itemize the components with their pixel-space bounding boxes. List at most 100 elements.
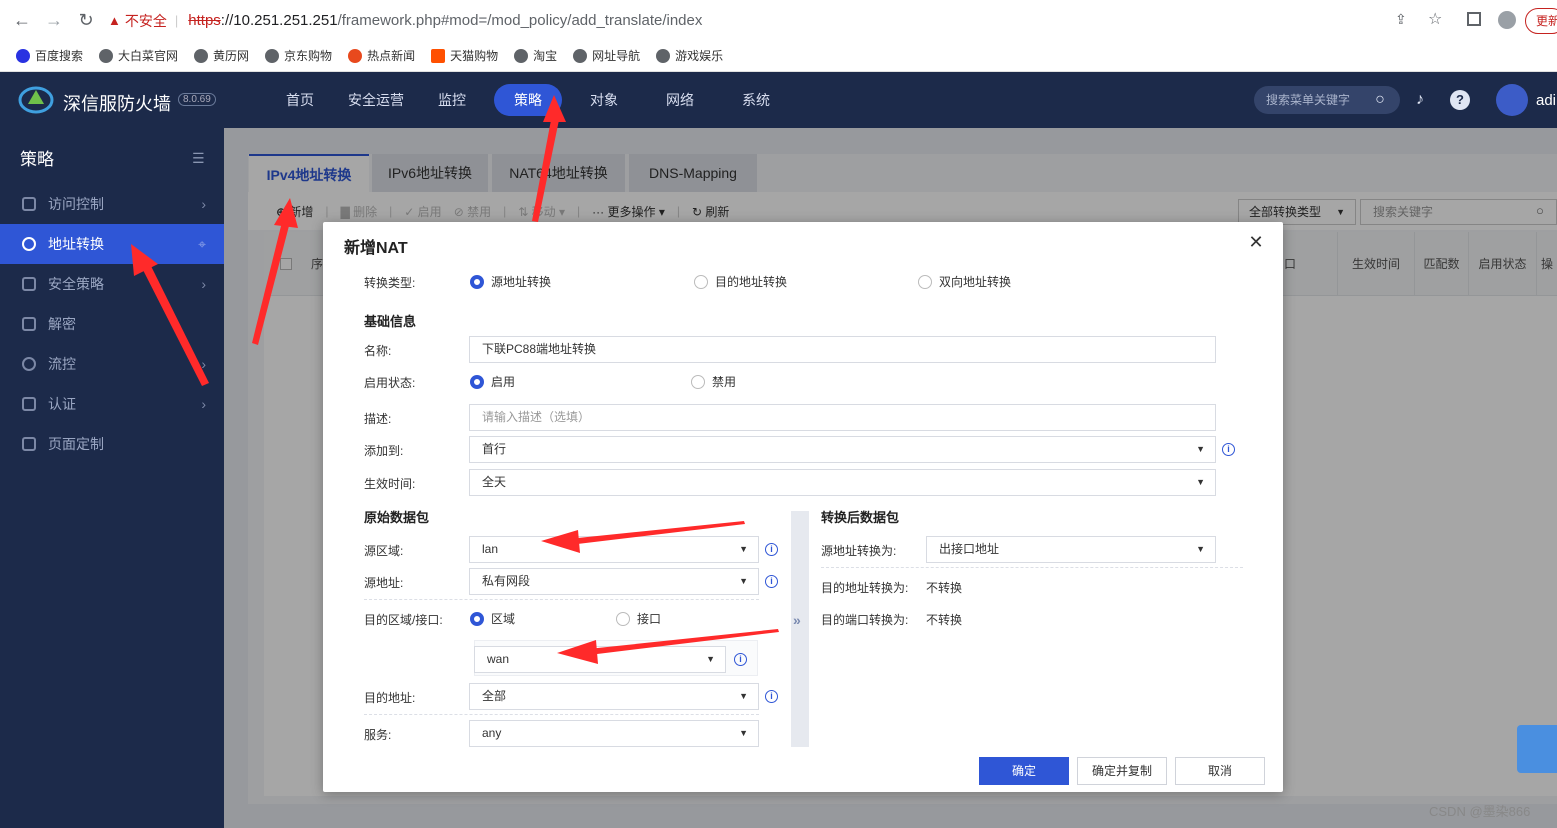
sangfor-logo-icon	[18, 86, 54, 114]
dst-zone-radio[interactable]: 区域	[470, 610, 515, 627]
bookmark-item[interactable]: 大白菜官网	[99, 47, 178, 64]
bookmark-item[interactable]: 天猫购物	[431, 47, 498, 64]
bell-icon[interactable]: ♪	[1410, 90, 1430, 110]
sidebar-item-flow-control[interactable]: 流控 ›	[0, 344, 224, 384]
globe-icon	[22, 237, 36, 251]
nav-monitor[interactable]: 监控	[414, 84, 490, 116]
insecure-label: 不安全	[124, 12, 167, 29]
chevron-right-icon: ›	[201, 356, 206, 372]
dst-addr-select[interactable]: 全部 ▼	[469, 683, 759, 710]
effective-time-select[interactable]: 全天 ▼	[469, 469, 1216, 496]
search-icon[interactable]: ○	[1370, 90, 1390, 110]
globe-icon	[265, 48, 280, 63]
nav-system[interactable]: 系统	[718, 84, 794, 116]
bookmark-item[interactable]: 网址导航	[573, 47, 640, 64]
caret-down-icon: ▼	[739, 691, 748, 701]
dialog-title: 新增NAT	[344, 240, 408, 257]
type-dest-radio[interactable]: 目的地址转换	[694, 273, 787, 290]
src-zone-label: 源区域:	[364, 544, 404, 558]
status-disable-radio[interactable]: 禁用	[691, 373, 736, 390]
sidebar-item-access-control[interactable]: 访问控制 ›	[0, 184, 224, 224]
dst-trans-label: 目的地址转换为:	[821, 581, 909, 595]
dst-iface-radio[interactable]: 接口	[616, 610, 661, 627]
forward-icon[interactable]: →	[44, 10, 64, 30]
sidebar-item-nat[interactable]: 地址转换 ⌖	[0, 224, 224, 264]
insecure-indicator[interactable]: ▲ 不安全	[108, 11, 167, 31]
divider	[364, 714, 759, 715]
desc-label: 描述:	[364, 412, 392, 426]
info-icon[interactable]: i	[765, 575, 778, 588]
chevron-right-icon: ›	[201, 396, 206, 412]
src-addr-select[interactable]: 私有网段 ▼	[469, 568, 759, 595]
name-input[interactable]: 下联PC88端地址转换	[469, 336, 1216, 363]
nav-policy[interactable]: 策略	[494, 84, 562, 116]
sidepanel-icon[interactable]	[1467, 12, 1481, 26]
user-name[interactable]: adi	[1536, 92, 1556, 109]
info-icon[interactable]: i	[734, 653, 747, 666]
collapse-menu-icon[interactable]: ☰	[192, 150, 205, 167]
globe-icon	[194, 48, 209, 63]
profile-icon[interactable]	[1498, 11, 1516, 29]
confirm-button[interactable]: 确定	[979, 757, 1069, 785]
description-input[interactable]: 请输入描述（选填）	[469, 404, 1216, 431]
src-zone-select[interactable]: lan ▼	[469, 536, 759, 563]
browser-toolbar: ← → ↻ ▲ 不安全 | https://10.251.251.251/fra…	[0, 0, 1557, 40]
globe-icon	[573, 48, 588, 63]
nav-network[interactable]: 网络	[642, 84, 718, 116]
sidebar-item-decrypt[interactable]: 解密	[0, 304, 224, 344]
floating-assistant-icon[interactable]	[1517, 725, 1557, 773]
bookmarks-bar: 百度搜索 大白菜官网 黄历网 京东购物 热点新闻 天猫购物 淘宝 网址导航 游戏…	[0, 40, 1557, 72]
nav-home[interactable]: 首页	[262, 84, 338, 116]
edit-icon	[22, 437, 36, 451]
share-icon[interactable]: ⇪	[1395, 11, 1407, 28]
type-both-radio[interactable]: 双向地址转换	[918, 273, 1011, 290]
back-icon[interactable]: ←	[12, 10, 32, 30]
bookmark-item[interactable]: 游戏娱乐	[656, 47, 723, 64]
addto-select[interactable]: 首行 ▼	[469, 436, 1216, 463]
type-source-radio[interactable]: 源地址转换	[470, 273, 551, 290]
info-icon[interactable]: i	[765, 690, 778, 703]
brand-name: 深信服防火墙	[63, 94, 171, 114]
update-button[interactable]: 更新	[1525, 8, 1557, 34]
divider	[821, 567, 1243, 568]
section-separator	[791, 511, 809, 747]
reload-icon[interactable]: ↻	[76, 10, 96, 30]
globe-icon	[656, 48, 671, 63]
close-icon[interactable]: ✕	[1247, 232, 1265, 253]
bookmark-item[interactable]: 京东购物	[265, 47, 332, 64]
dst-zone-select[interactable]: wan ▼	[474, 646, 726, 673]
confirm-copy-button[interactable]: 确定并复制	[1077, 757, 1167, 785]
divider	[364, 599, 759, 600]
type-label: 转换类型:	[364, 276, 416, 290]
bookmark-item[interactable]: 黄历网	[194, 47, 249, 64]
caret-down-icon: ▼	[1196, 477, 1205, 487]
src-trans-select[interactable]: 出接口地址 ▼	[926, 536, 1216, 563]
version-badge: 8.0.69	[178, 93, 216, 106]
service-select[interactable]: any ▼	[469, 720, 759, 747]
caret-down-icon: ▼	[706, 654, 715, 664]
pin-icon[interactable]: ⌖	[198, 236, 206, 253]
info-icon[interactable]: i	[1222, 443, 1235, 456]
sidebar-item-page-custom[interactable]: 页面定制	[0, 424, 224, 464]
star-icon[interactable]: ☆	[1428, 9, 1442, 29]
double-chevron-right-icon: »	[793, 612, 801, 628]
baidu-icon	[16, 48, 30, 63]
cancel-button[interactable]: 取消	[1175, 757, 1265, 785]
port-trans-label: 目的端口转换为:	[821, 613, 909, 627]
avatar[interactable]	[1496, 84, 1528, 116]
sidebar-item-security-policy[interactable]: 安全策略 ›	[0, 264, 224, 304]
status-enable-radio[interactable]: 启用	[470, 373, 515, 390]
bookmark-item[interactable]: 热点新闻	[348, 47, 415, 64]
sidebar-item-auth[interactable]: 认证 ›	[0, 384, 224, 424]
info-icon[interactable]: i	[765, 543, 778, 556]
help-icon[interactable]: ?	[1450, 90, 1470, 110]
nav-security-ops[interactable]: 安全运营	[338, 84, 414, 116]
bookmark-item[interactable]: 百度搜索	[16, 47, 83, 64]
addto-label: 添加到:	[364, 444, 404, 458]
name-label: 名称:	[364, 344, 392, 358]
address-bar[interactable]: ▲ 不安全 | https://10.251.251.251/framework…	[108, 7, 1456, 34]
caret-down-icon: ▼	[739, 728, 748, 738]
bookmark-item[interactable]: 淘宝	[514, 47, 557, 64]
nav-object[interactable]: 对象	[566, 84, 642, 116]
access-icon	[22, 197, 36, 211]
